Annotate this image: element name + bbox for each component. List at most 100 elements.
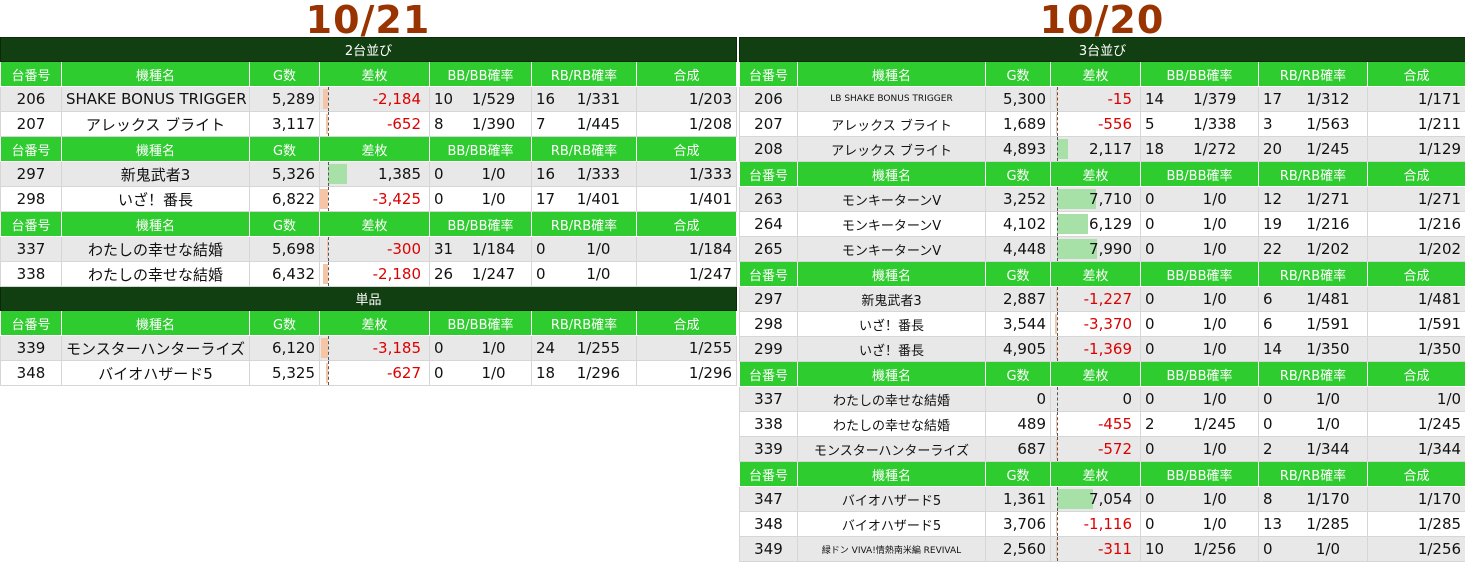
machine-number: 297 xyxy=(739,286,798,312)
diff-axis xyxy=(1057,287,1059,311)
column-header: 台番号 xyxy=(0,61,62,87)
column-header: 機種名 xyxy=(61,310,250,336)
rb-rate: 1/0 xyxy=(1315,390,1341,408)
bb-rate: 1/256 xyxy=(1193,540,1237,558)
bb-count: 5 xyxy=(1145,115,1155,133)
bb-count: 0 xyxy=(434,190,444,208)
bb-cell: 10 1/529 xyxy=(429,86,532,112)
machine-name: バイオハザード5 xyxy=(797,511,986,537)
diff-value: -2,184 xyxy=(372,90,421,108)
diff-axis xyxy=(1057,337,1059,361)
rb-count: 22 xyxy=(1263,240,1283,258)
game-count: 1,689 xyxy=(985,111,1051,137)
rb-rate: 1/0 xyxy=(586,240,611,258)
combined-rate: 1/591 xyxy=(1366,311,1465,337)
date-title: 10/20 xyxy=(1039,0,1165,42)
rb-count: 2 xyxy=(1263,440,1273,458)
bb-rate: 1/0 xyxy=(1202,315,1227,333)
bb-count: 0 xyxy=(1145,440,1155,458)
machine-number: 338 xyxy=(739,411,798,437)
bb-rate: 1/0 xyxy=(1202,215,1227,233)
rb-cell: 0 1/0 xyxy=(1258,536,1368,562)
column-header: 合成 xyxy=(635,211,738,237)
bb-rate: 1/0 xyxy=(481,165,506,183)
diff-cell: -2,184 xyxy=(319,86,430,112)
column-header: 合成 xyxy=(1366,261,1465,287)
bb-cell: 0 1/0 xyxy=(1140,186,1259,212)
machine-number: 208 xyxy=(739,136,798,162)
column-header: BB/BB確率 xyxy=(429,61,532,87)
machine-number: 347 xyxy=(739,486,798,512)
rb-rate: 1/245 xyxy=(1306,140,1350,158)
diff-value: 7,990 xyxy=(1089,240,1132,258)
column-header: RB/RB確率 xyxy=(531,61,637,87)
diff-value: -1,227 xyxy=(1083,290,1132,308)
rb-count: 6 xyxy=(1263,290,1273,308)
machine-name: バイオハザード5 xyxy=(797,486,986,512)
column-header: 差枚 xyxy=(1050,61,1141,87)
machine-name: 新鬼武者3 xyxy=(61,161,250,187)
rb-cell: 0 1/0 xyxy=(1258,386,1368,412)
machine-name: いざ！番長 xyxy=(797,336,986,362)
diff-axis xyxy=(1057,512,1059,536)
bb-rate: 1/247 xyxy=(471,265,516,283)
diff-value: -1,116 xyxy=(1083,515,1132,533)
column-header: BB/BB確率 xyxy=(1140,261,1259,287)
table-row: 297 新鬼武者3 5,326 1,385 0 1/0 16 1/333 1/333 xyxy=(0,161,738,187)
combined-rate: 1/171 xyxy=(1366,86,1465,112)
bb-count: 0 xyxy=(434,165,444,183)
column-header: 合成 xyxy=(1366,161,1465,187)
rb-cell: 12 1/271 xyxy=(1258,186,1368,212)
diff-cell: -627 xyxy=(319,360,430,386)
column-header-row: 台番号 機種名 G数 差枚 BB/BB確率 RB/RB確率 合成 xyxy=(0,310,738,336)
column-header: G数 xyxy=(249,136,320,162)
date-title: 10/21 xyxy=(305,0,431,42)
bb-cell: 26 1/247 xyxy=(429,261,532,287)
rb-rate: 1/170 xyxy=(1306,490,1350,508)
machine-number: 206 xyxy=(0,86,62,112)
bb-count: 0 xyxy=(1145,290,1155,308)
rb-cell: 0 1/0 xyxy=(531,261,637,287)
rb-count: 0 xyxy=(1263,390,1273,408)
positive-bar xyxy=(327,164,348,184)
table-row: 206 SHAKE BONUS TRIGGER 5,289 -2,184 10 1/529… xyxy=(0,86,738,112)
section-header: 単品 xyxy=(0,286,738,311)
machine-name: アレックス ブライト xyxy=(797,136,986,162)
combined-rate: 1/202 xyxy=(1366,236,1465,262)
machine-name: アレックス ブライト xyxy=(61,111,250,137)
diff-axis xyxy=(1057,212,1059,236)
column-header: RB/RB確率 xyxy=(1258,61,1368,87)
column-header: G数 xyxy=(249,310,320,336)
diff-axis xyxy=(1057,312,1059,336)
rb-count: 6 xyxy=(1263,315,1273,333)
rb-count: 19 xyxy=(1263,215,1283,233)
rb-count: 0 xyxy=(536,265,546,283)
diff-value: -300 xyxy=(386,240,421,258)
machine-number: 297 xyxy=(0,161,62,187)
bb-cell: 0 1/0 xyxy=(429,161,532,187)
diff-axis xyxy=(1057,487,1059,511)
bb-cell: 0 1/0 xyxy=(429,335,532,361)
rb-cell: 17 1/401 xyxy=(531,186,637,212)
rb-count: 20 xyxy=(1263,140,1283,158)
rb-rate: 1/333 xyxy=(576,165,620,183)
diff-axis xyxy=(327,87,329,111)
column-header: 台番号 xyxy=(739,261,798,287)
machine-name: モンキーターンV xyxy=(797,236,986,262)
column-header: RB/RB確率 xyxy=(1258,361,1368,387)
diff-cell: -15 xyxy=(1050,86,1141,112)
diff-value: -455 xyxy=(1097,415,1132,433)
diff-cell: -652 xyxy=(319,111,430,137)
combined-rate: 1/245 xyxy=(1366,411,1465,437)
column-header: 差枚 xyxy=(319,211,430,237)
diff-axis xyxy=(1057,187,1059,211)
column-header: BB/BB確率 xyxy=(429,310,532,336)
bb-count: 0 xyxy=(1145,340,1155,358)
column-header: 合成 xyxy=(635,310,738,336)
game-count: 6,822 xyxy=(249,186,320,212)
column-header-row: 台番号 機種名 G数 差枚 BB/BB確率 RB/RB確率 合成 xyxy=(0,61,738,87)
table-row: 298 いざ！番長 3,544 -3,370 0 1/0 6 1/591 1/591 xyxy=(739,311,1465,337)
combined-rate: 1/271 xyxy=(1366,186,1465,212)
table-row: 338 わたしの幸せな結婚 489 -455 2 1/245 0 1/0 1/245 xyxy=(739,411,1465,437)
combined-rate: 1/256 xyxy=(1366,536,1465,562)
